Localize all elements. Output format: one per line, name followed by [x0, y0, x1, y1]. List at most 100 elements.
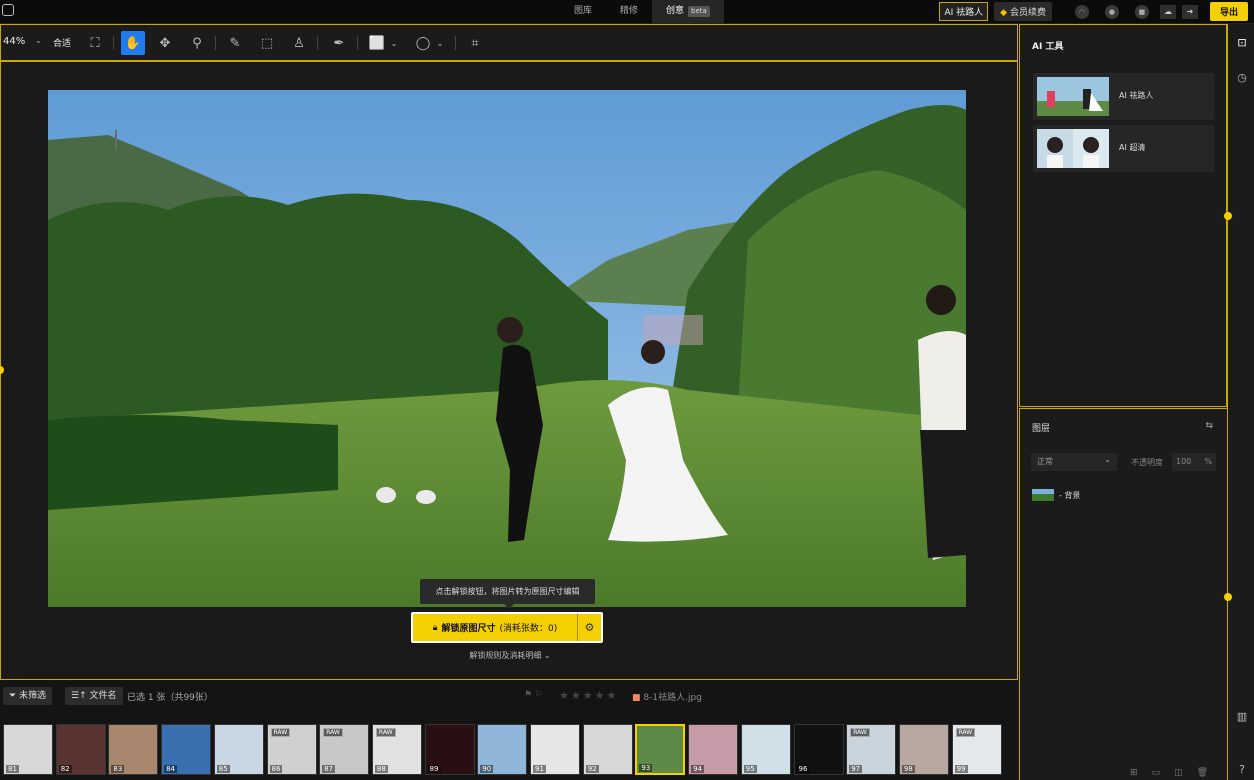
zoom-tool-icon[interactable]: ⚲ [185, 31, 209, 55]
rect-select-dropdown-icon[interactable]: ⌄ [387, 31, 401, 55]
transform-tool-icon[interactable]: ⬚ [255, 31, 279, 55]
lasso-tool-icon[interactable]: ◯ [411, 31, 435, 55]
current-filename-text: 8-1祛路人.jpg [643, 693, 702, 703]
top-bar-actions: AI 祛路人 ◆ 会员续费 ◠ ● ■ ☁ ➜ 导出 [939, 2, 1248, 21]
toolbar-divider [215, 36, 216, 50]
lasso-dropdown-icon[interactable]: ⌄ [433, 31, 447, 55]
filmstrip-thumbnail[interactable]: 95 [740, 724, 791, 775]
thumbnail-number: 96 [796, 765, 810, 773]
filmstrip-thumbnail[interactable]: RAW 87 [319, 724, 370, 775]
thumbnail-number: 89 [427, 765, 441, 773]
unlock-main-area[interactable]: 🔒︎ 解锁原图尺寸 (消耗张数：0) [413, 614, 577, 641]
crop-tool-icon[interactable]: ⌗ [463, 31, 487, 55]
ai-super-resolution-card[interactable]: AI 超清 [1033, 125, 1214, 172]
unlock-rules-link[interactable]: 解锁规则及消耗明细 ⌄ [1, 650, 1019, 661]
cloud-icon[interactable]: ☁ [1159, 4, 1176, 19]
rating-stars[interactable]: ★★★★★ [559, 689, 618, 702]
message-icon[interactable]: ■ [1134, 4, 1149, 19]
main-nav-tabs: 图库 精修 创意 beta [560, 0, 724, 24]
ai-remove-preview [1037, 77, 1109, 116]
filmstrip-thumbnail[interactable]: 89 [424, 724, 475, 775]
filmstrip-thumbnail[interactable]: RAW 86 [266, 724, 317, 775]
folder-icon[interactable]: ▭ [1152, 768, 1161, 778]
filmstrip-thumbnail[interactable]: 90 [477, 724, 528, 775]
tab-retouch[interactable]: 精修 [606, 0, 652, 24]
unlock-label: 解锁原图尺寸 [441, 624, 496, 634]
help-icon[interactable]: ? [1234, 761, 1250, 777]
filmstrip-thumbnail[interactable]: RAW 97 [846, 724, 897, 775]
zoom-level[interactable]: 44% [3, 36, 25, 47]
ai-remove-passerby-button[interactable]: AI 祛路人 [939, 2, 989, 21]
ai-tools-section: AI 工具 AI 祛路人 AI 超清 [1019, 24, 1227, 407]
filmstrip-thumbnail[interactable]: RAW 99 [951, 724, 1002, 775]
tab-creative-label: 创意 [666, 6, 685, 16]
filmstrip-thumbnail[interactable]: 82 [55, 724, 106, 775]
user-icon[interactable]: ● [1104, 4, 1119, 19]
layer-item-background[interactable]: - 背景 [1032, 489, 1080, 501]
right-panel: AI 工具 AI 祛路人 AI 超清 图层 ⇆ 正常 不透明度 100% - 背… [1019, 24, 1227, 780]
raw-badge: RAW [323, 728, 343, 737]
filmstrip-thumbnail[interactable]: 81 [3, 724, 53, 775]
ai-superres-preview [1037, 129, 1109, 168]
new-layer-icon[interactable]: ⊞ [1130, 768, 1138, 778]
sort-icon: ☰↑ [71, 691, 87, 701]
guide-book-icon[interactable]: ▥ [1234, 708, 1250, 724]
sort-button[interactable]: ☰↑ 文件名 [65, 687, 123, 705]
panel-resize-handle-top[interactable] [1224, 212, 1232, 220]
filmstrip-thumbnail[interactable]: 98 [898, 724, 949, 775]
history-icon[interactable]: ◷ [1234, 69, 1250, 85]
fit-button[interactable]: 合适 [53, 36, 71, 49]
opacity-input[interactable]: 100% [1172, 453, 1216, 471]
unlock-settings-icon[interactable]: ⚙ [577, 614, 601, 641]
filmstrip-thumbnail[interactable]: 92 [582, 724, 633, 775]
filmstrip-thumbnail[interactable]: 85 [213, 724, 264, 775]
filmstrip-thumbnail[interactable]: 91 [530, 724, 580, 775]
thumbnail-number: 83 [111, 765, 125, 773]
thumbnail-number: 95 [743, 765, 757, 773]
panel-resize-handle-bottom[interactable] [1224, 593, 1232, 601]
tab-creative[interactable]: 创意 beta [652, 0, 724, 24]
flag-icons[interactable]: ⚑ ⚐ [524, 690, 543, 700]
filmstrip[interactable]: 81 82 83 84 85 RAW 86 RAW 87 RAW 88 89 90 91 92 93 94 95 9… [0, 711, 1018, 780]
logout-icon[interactable]: ➜ [1181, 4, 1198, 19]
editor-toolbar: 44% ⌄ 合适 ⛶ ✋ ✥ ⚲ ✎ ⬚ ♙ ✒ ⬜ ⌄ ◯ ⌄ ⌗ [0, 24, 1018, 61]
layer-actions: ⊞ ▭ ◫ 🗑︎ [1130, 768, 1208, 778]
beta-badge: beta [688, 6, 710, 17]
top-bar: 图库 精修 创意 beta AI 祛路人 ◆ 会员续费 ◠ ● ■ ☁ ➜ 导出 [0, 0, 1254, 24]
app-logo-icon[interactable] [2, 4, 14, 16]
delete-icon[interactable]: 🗑︎ [1197, 768, 1208, 778]
raw-badge: RAW [850, 728, 870, 737]
filmstrip-thumbnail[interactable]: 94 [688, 724, 739, 775]
hand-tool-icon[interactable]: ✋ [121, 31, 145, 55]
unlock-full-size-button[interactable]: 🔒︎ 解锁原图尺寸 (消耗张数：0) ⚙ [411, 612, 603, 643]
filmstrip-thumbnail[interactable]: 96 [793, 724, 844, 775]
ai-remove-passerby-label: AI 祛路人 [1119, 91, 1154, 100]
vip-renew-button[interactable]: ◆ 会员续费 [994, 2, 1052, 21]
filmstrip-thumbnail[interactable]: 93 [635, 724, 686, 775]
pen-tool-icon[interactable]: ✒ [327, 31, 351, 55]
rect-select-icon[interactable]: ⬜ [365, 31, 389, 55]
current-filename: ■ 8-1祛路人.jpg [632, 690, 702, 703]
filmstrip-thumbnail[interactable]: 83 [108, 724, 159, 775]
filmstrip-thumbnail[interactable]: RAW 88 [371, 724, 422, 775]
export-button[interactable]: 导出 [1209, 2, 1248, 21]
ai-remove-passerby-card[interactable]: AI 祛路人 [1033, 73, 1214, 120]
zoom-dropdown-icon[interactable]: ⌄ [35, 36, 42, 45]
move-tool-icon[interactable]: ✥ [153, 31, 177, 55]
fullscreen-icon[interactable]: ⛶ [83, 31, 107, 55]
brush-tool-icon[interactable]: ✎ [223, 31, 247, 55]
headset-icon[interactable]: ◠ [1074, 4, 1089, 19]
wedding-photo[interactable] [48, 90, 966, 607]
layers-title: 图层 [1032, 424, 1051, 434]
layer-settings-icon[interactable]: ⇆ [1205, 421, 1213, 431]
raw-badge: RAW [375, 728, 396, 737]
mask-icon[interactable]: ◫ [1174, 768, 1183, 778]
filmstrip-thumbnail[interactable]: 84 [161, 724, 212, 775]
editor-canvas[interactable]: 点击解锁按钮，将图片转为原图尺寸编辑 🔒︎ 解锁原图尺寸 (消耗张数：0) ⚙ … [0, 61, 1018, 680]
tab-library[interactable]: 图库 [560, 0, 606, 24]
blend-mode-select[interactable]: 正常 [1031, 451, 1117, 471]
stamp-tool-icon[interactable]: ♙ [287, 31, 311, 55]
filter-label: 未筛选 [19, 691, 47, 701]
ai-tools-panel-icon[interactable]: ⊡ [1234, 34, 1250, 50]
filter-button[interactable]: ⏷ 未筛选 [3, 687, 53, 705]
